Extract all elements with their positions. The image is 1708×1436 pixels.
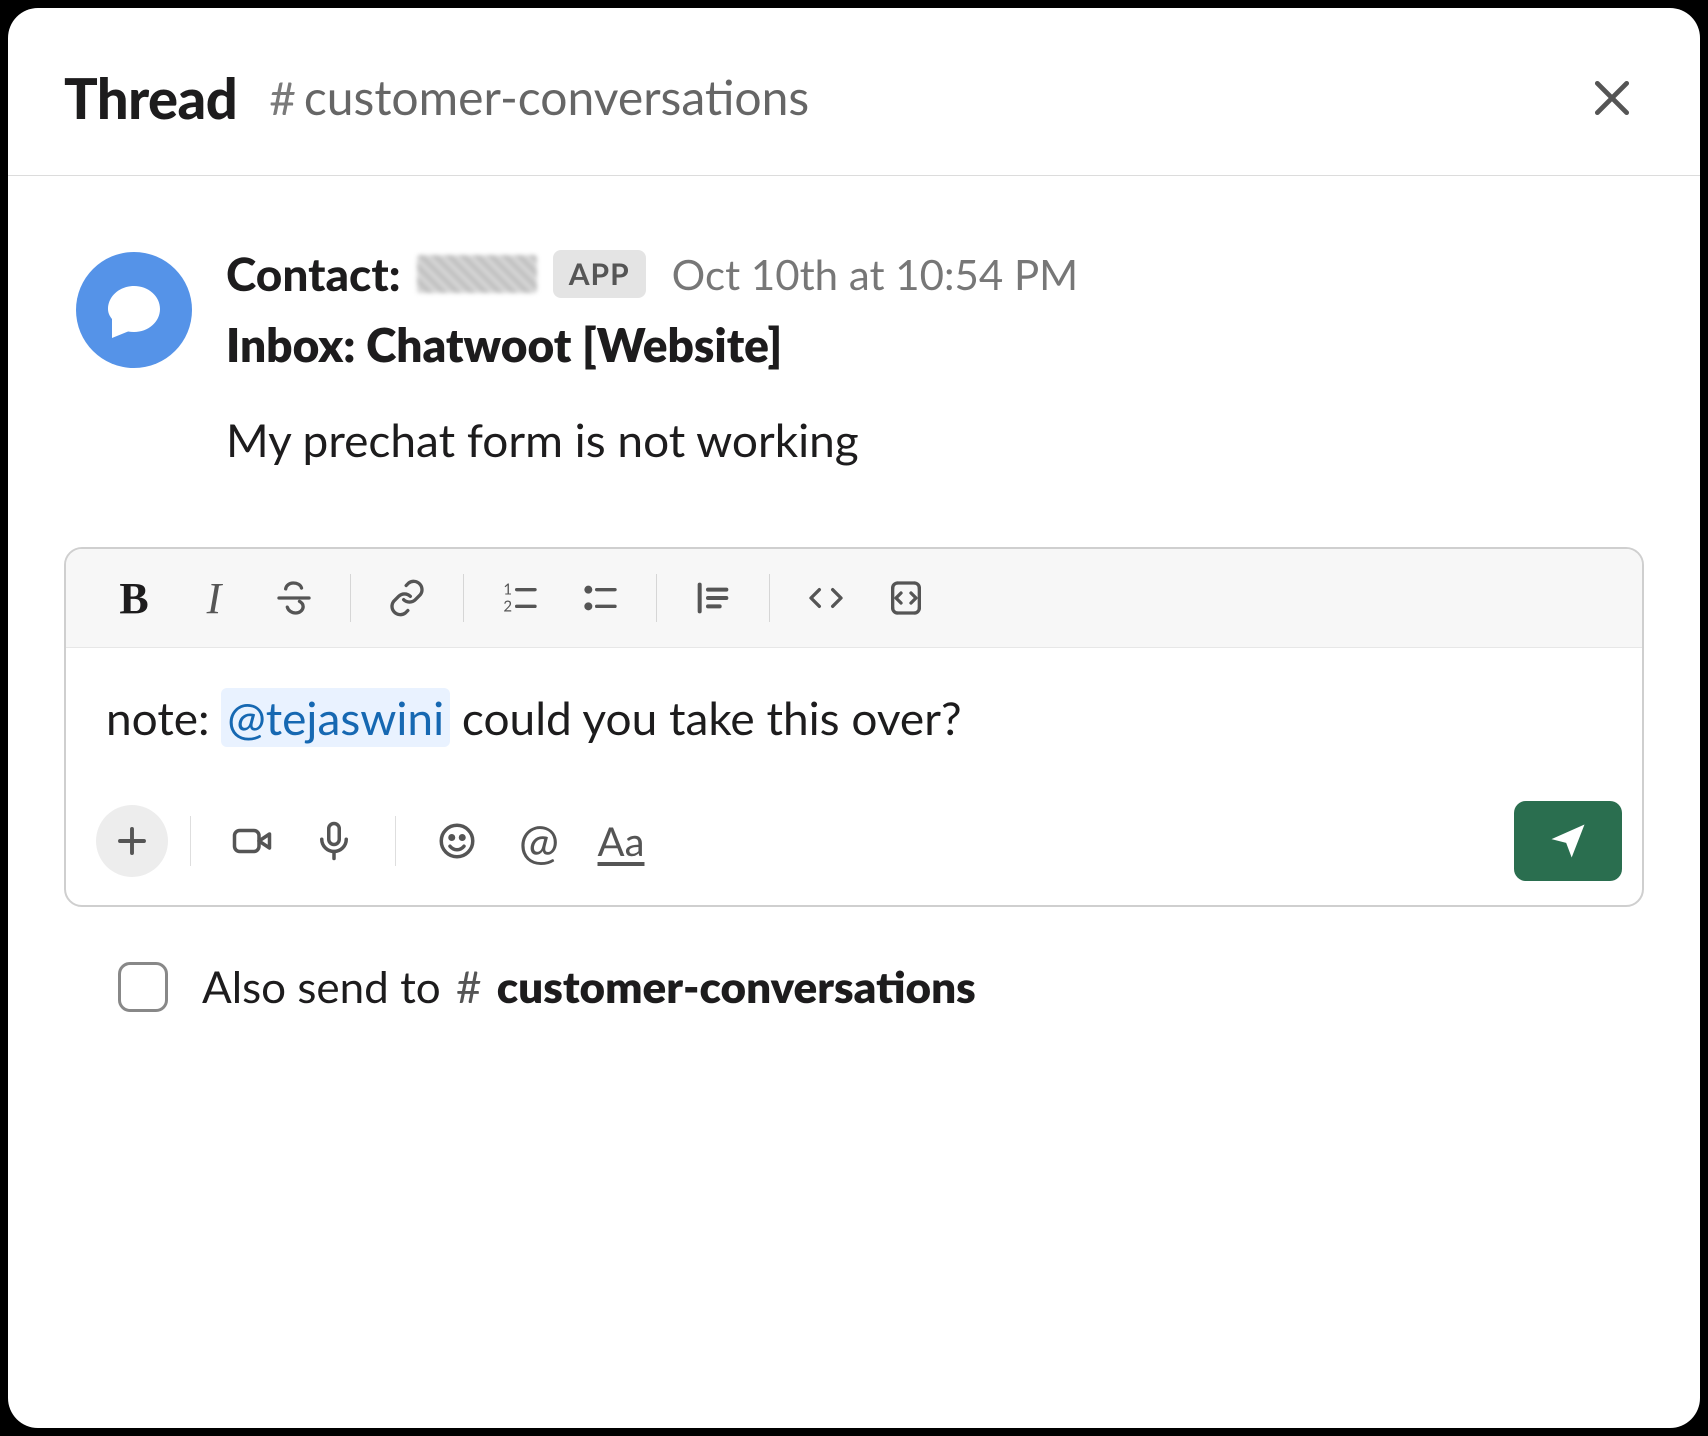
strikethrough-icon — [274, 578, 314, 618]
thread-title: Thread — [64, 64, 237, 131]
attach-button[interactable] — [96, 805, 168, 877]
send-button[interactable] — [1514, 801, 1622, 881]
toolbar-separator — [656, 574, 657, 622]
strikethrough-button[interactable] — [256, 567, 332, 629]
svg-text:1: 1 — [503, 581, 512, 599]
audio-button[interactable] — [295, 809, 373, 873]
composer-bottom-bar: @ Aa — [66, 791, 1642, 905]
link-icon — [387, 578, 427, 618]
svg-text:2: 2 — [503, 597, 512, 615]
thread-header: Thread # customer-conversations — [8, 8, 1700, 176]
mention-pill[interactable]: @tejaswini — [221, 688, 450, 747]
video-button[interactable] — [213, 809, 291, 873]
emoji-icon — [436, 820, 478, 862]
also-send-label-prefix: Also send to — [202, 961, 452, 1013]
bold-button[interactable]: B — [96, 567, 172, 629]
compose-text-before: note: — [106, 690, 221, 745]
format-toolbar: B I 1 2 — [66, 549, 1642, 648]
also-send-row: Also send to # customer-conversations — [8, 907, 1700, 1013]
bullet-list-button[interactable] — [562, 567, 638, 629]
formatting-toggle-button[interactable]: Aa — [582, 809, 660, 873]
code-icon — [806, 578, 846, 618]
microphone-icon — [313, 820, 355, 862]
toolbar-separator — [350, 574, 351, 622]
also-send-checkbox[interactable] — [118, 962, 168, 1012]
code-block-button[interactable] — [868, 567, 944, 629]
close-icon — [1590, 76, 1634, 120]
ordered-list-button[interactable]: 1 2 — [482, 567, 558, 629]
message-body: Contact: APP Oct 10th at 10:54 PM Inbox:… — [226, 246, 1644, 467]
inbox-line: Inbox: Chatwoot [Website] — [226, 317, 1644, 372]
toolbar-separator — [190, 816, 191, 866]
also-send-label[interactable]: Also send to # customer-conversations — [202, 961, 976, 1013]
message-timestamp[interactable]: Oct 10th at 10:54 PM — [672, 249, 1079, 299]
video-icon — [231, 820, 273, 862]
blockquote-button[interactable] — [675, 567, 751, 629]
mention-button[interactable]: @ — [500, 809, 578, 873]
blockquote-icon — [693, 578, 733, 618]
link-button[interactable] — [369, 567, 445, 629]
sender-label: Contact: — [226, 246, 401, 301]
reply-composer: B I 1 2 — [64, 547, 1644, 907]
also-send-channel: customer-conversations — [497, 961, 976, 1013]
message-text: My prechat form is not working — [226, 412, 1644, 467]
compose-input[interactable]: note: @tejaswini could you take this ove… — [66, 648, 1642, 791]
send-icon — [1546, 819, 1590, 863]
ordered-list-icon: 1 2 — [500, 578, 540, 618]
thread-channel[interactable]: # customer-conversations — [269, 69, 809, 126]
italic-button[interactable]: I — [176, 567, 252, 629]
thread-panel: Thread # customer-conversations Contact:… — [8, 8, 1700, 1428]
emoji-button[interactable] — [418, 809, 496, 873]
code-button[interactable] — [788, 567, 864, 629]
avatar — [76, 252, 192, 368]
thread-channel-name: customer-conversations — [304, 69, 809, 126]
redacted-contact-name — [417, 255, 537, 293]
compose-text-after: could you take this over? — [450, 690, 961, 745]
hash-icon: # — [269, 75, 296, 121]
plus-icon — [114, 823, 150, 859]
app-badge: APP — [553, 250, 646, 298]
bullet-list-icon — [580, 578, 620, 618]
toolbar-separator — [395, 816, 396, 866]
toolbar-separator — [463, 574, 464, 622]
toolbar-separator — [769, 574, 770, 622]
thread-root-message: Contact: APP Oct 10th at 10:54 PM Inbox:… — [8, 176, 1700, 507]
close-button[interactable] — [1580, 66, 1644, 130]
hash-icon: # — [456, 961, 482, 1013]
code-block-icon — [886, 578, 926, 618]
message-header: Contact: APP Oct 10th at 10:54 PM — [226, 246, 1644, 301]
